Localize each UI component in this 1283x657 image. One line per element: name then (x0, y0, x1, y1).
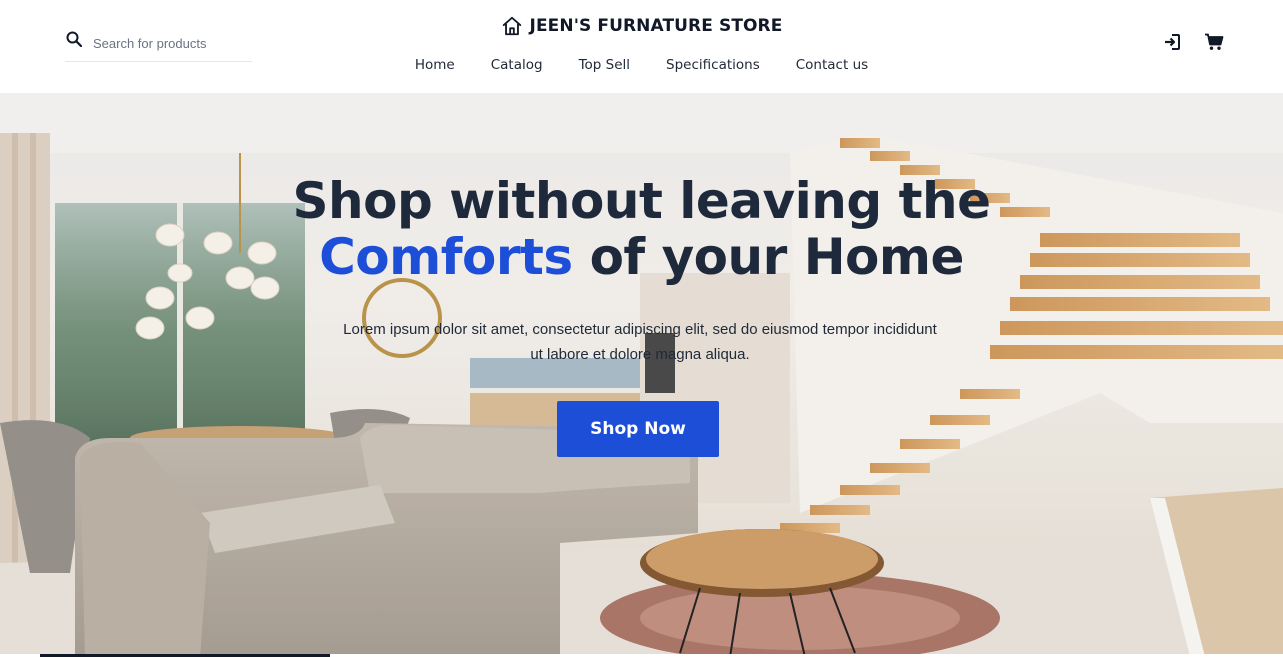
headline-accent: Comforts (319, 228, 573, 286)
hero-headline: Shop without leaving the Comforts of you… (0, 173, 1283, 285)
main-nav: Home Catalog Top Sell Specifications Con… (0, 56, 1283, 74)
headline-line-1: Shop without leaving the (292, 172, 991, 230)
shop-now-button[interactable]: Shop Now (557, 401, 719, 457)
header-actions (1161, 31, 1225, 53)
hero-description: Lorem ipsum dolor sit amet, consectetur … (343, 321, 937, 363)
sign-in-icon (1165, 34, 1180, 50)
brand-link[interactable]: JEEN'S FURNATURE STORE (501, 15, 783, 37)
cart-icon (1205, 33, 1224, 50)
nav-item-catalog[interactable]: Catalog (473, 57, 561, 73)
home-icon (502, 16, 521, 36)
brand: JEEN'S FURNATURE STORE (0, 15, 1283, 42)
site-header: JEEN'S FURNATURE STORE Home Catalog Top … (0, 0, 1283, 93)
nav-item-contact-us[interactable]: Contact us (778, 57, 886, 73)
cart-button[interactable] (1203, 31, 1225, 53)
nav-item-home[interactable]: Home (397, 57, 473, 73)
nav-item-specifications[interactable]: Specifications (648, 57, 778, 73)
nav-item-top-sell[interactable]: Top Sell (561, 57, 648, 73)
hero-section: Shop without leaving the Comforts of you… (0, 93, 1283, 657)
brand-name: JEEN'S FURNATURE STORE (529, 16, 783, 36)
sign-in-button[interactable] (1161, 31, 1183, 53)
headline-rest: of your Home (572, 228, 965, 286)
